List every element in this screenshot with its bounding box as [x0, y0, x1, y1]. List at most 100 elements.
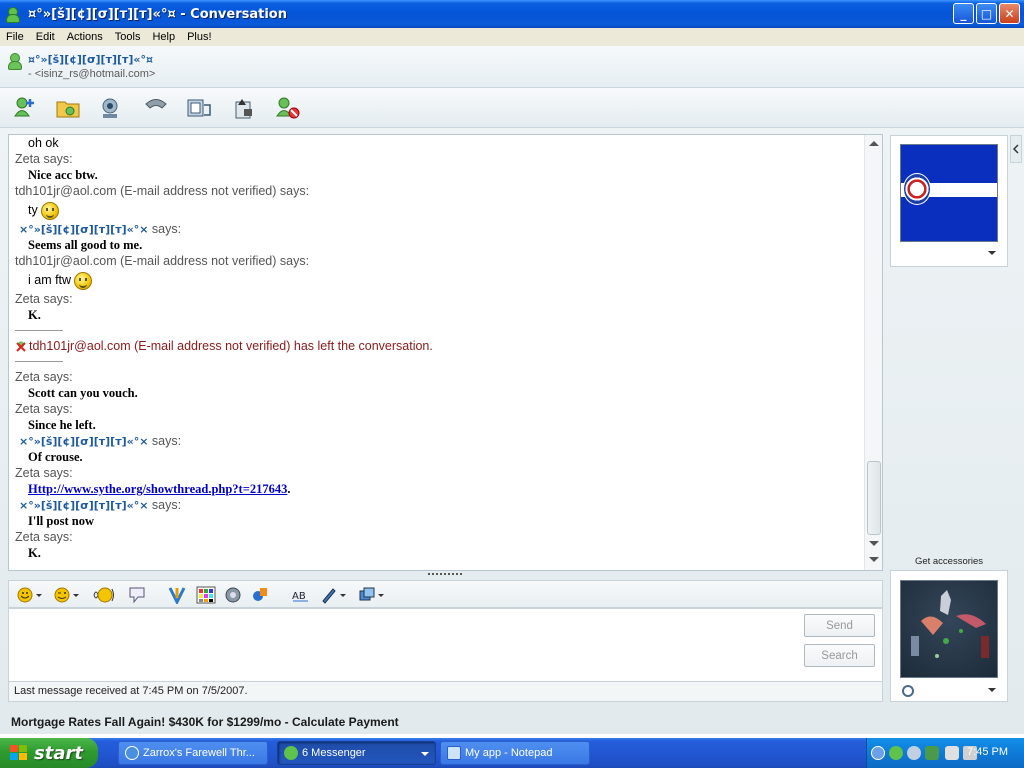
says-text: says:: [148, 222, 182, 236]
background-icon[interactable]: [358, 586, 386, 604]
menu-edit[interactable]: Edit: [30, 31, 61, 43]
send-button[interactable]: Send: [804, 614, 875, 637]
sender-name[interactable]: ×°»[š][¢][σ][т][т]«°×: [19, 223, 148, 236]
sender-text: Zeta says:: [15, 402, 73, 416]
maximize-button[interactable]: □: [976, 3, 997, 24]
message-input[interactable]: Send Search: [8, 608, 883, 682]
menu-help[interactable]: Help: [146, 31, 181, 43]
security-icon[interactable]: [925, 746, 939, 760]
task-label: My app - Notepad: [465, 747, 553, 759]
collapse-panel-button[interactable]: [1010, 135, 1022, 163]
scroll-up-icon[interactable]: [869, 141, 879, 146]
menu-file[interactable]: File: [0, 31, 30, 43]
activities-icon[interactable]: [186, 96, 212, 120]
emoticon-picker-icon[interactable]: [17, 586, 43, 604]
history-content: oh ok Zeta says: Nice acc btw. tdh101jr@aol…: [15, 135, 860, 566]
taskbar: start Zarrox's Farewell Thr... 6 Messeng…: [0, 738, 1024, 768]
spellcheck-icon[interactable]: AB: [291, 586, 311, 604]
left-conversation-line: tdh101jr@aol.com (E-mail address not ver…: [15, 338, 860, 354]
get-accessories-link[interactable]: Get accessories: [890, 556, 1008, 567]
message-line: ty: [15, 199, 860, 221]
scroll-thumb[interactable]: [867, 461, 881, 535]
start-button[interactable]: start: [0, 738, 98, 768]
sender-line: Zeta says:: [15, 529, 860, 545]
chevron-down-icon[interactable]: [988, 251, 996, 255]
badge-emblem: [903, 173, 931, 205]
sender-line: Zeta says:: [15, 151, 860, 167]
pane-splitter[interactable]: [428, 573, 462, 576]
menu-actions[interactable]: Actions: [61, 31, 109, 43]
minimize-button[interactable]: _: [953, 3, 974, 24]
invite-contact-icon[interactable]: [12, 96, 38, 120]
sender-line: Zeta says:: [15, 401, 860, 417]
block-icon[interactable]: [275, 96, 301, 120]
menu-tools[interactable]: Tools: [109, 31, 147, 43]
color-grid-icon[interactable]: [196, 586, 216, 604]
sender-line: Zeta says:: [15, 465, 860, 481]
taskbar-item-notepad[interactable]: My app - Notepad: [440, 741, 590, 765]
contact-header: ¤°»[š][¢][σ][т][т]«°¤ - <isinz_rs@hotmai…: [0, 46, 1024, 88]
plugin-icon[interactable]: [251, 586, 271, 604]
contact-email: - <isinz_rs@hotmail.com>: [28, 68, 156, 80]
taskbar-item-messenger[interactable]: 6 Messenger: [277, 741, 436, 765]
task-label: 6 Messenger: [302, 747, 366, 759]
sender-text: Zeta says:: [15, 292, 73, 306]
my-display-picture[interactable]: [900, 580, 998, 678]
plus-logo-icon[interactable]: [167, 586, 187, 606]
microphone-icon[interactable]: [945, 746, 959, 760]
sender-line: ×°»[š][¢][σ][т][т]«°× says:: [15, 221, 860, 237]
send-files-icon[interactable]: [55, 96, 81, 120]
menu-bar: File Edit Actions Tools Help Plus!: [0, 28, 1024, 46]
contact-left-icon: [15, 340, 27, 353]
webcam-icon[interactable]: [99, 96, 125, 120]
sender-text: tdh101jr@aol.com (E-mail address not ver…: [15, 184, 310, 198]
sender-text: Zeta says:: [15, 530, 73, 544]
history-scrollbar[interactable]: [864, 135, 882, 570]
wink-picker-icon[interactable]: [53, 586, 81, 604]
sender-line: tdh101jr@aol.com (E-mail address not ver…: [15, 183, 860, 199]
sender-line: Zeta says:: [15, 291, 860, 307]
sender-name[interactable]: ×°»[š][¢][σ][т][т]«°×: [19, 435, 148, 448]
sound-icon[interactable]: [224, 586, 244, 604]
message-text: K.: [28, 308, 41, 322]
voice-clip-icon[interactable]: [92, 586, 116, 604]
message-line: i am ftw: [15, 269, 860, 291]
menu-plus[interactable]: Plus!: [181, 31, 217, 43]
window-controls: _ □ ✕: [953, 3, 1020, 24]
call-icon[interactable]: [143, 96, 169, 120]
conversation-history[interactable]: oh ok Zeta says: Nice acc btw. tdh101jr@aol…: [8, 134, 883, 571]
scroll-down-icon[interactable]: [869, 541, 879, 546]
title-bar[interactable]: ¤°»[š][¢][σ][т][т]«°¤ - Conversation _ □…: [0, 0, 1024, 28]
message-line: K.: [15, 307, 860, 323]
close-button[interactable]: ✕: [999, 3, 1020, 24]
contact-display-picture-panel: [890, 135, 1008, 267]
scroll-end-icon[interactable]: [869, 557, 879, 562]
svg-text:AB: AB: [292, 591, 306, 602]
sender-line: tdh101jr@aol.com (E-mail address not ver…: [15, 253, 860, 269]
games-icon[interactable]: [232, 96, 258, 120]
link-suffix: .: [287, 482, 291, 496]
network-icon[interactable]: [907, 746, 921, 760]
webcam-small-icon[interactable]: [902, 685, 914, 697]
messenger-tray-icon[interactable]: [889, 746, 903, 760]
tray-expand-icon[interactable]: [871, 746, 885, 760]
says-text: says:: [148, 498, 182, 512]
ad-banner-text[interactable]: Mortgage Rates Fall Again! $430K for $12…: [11, 715, 399, 729]
font-color-icon[interactable]: [320, 586, 348, 604]
chevron-down-icon[interactable]: [988, 688, 996, 692]
messenger-icon: [6, 6, 22, 23]
sender-name[interactable]: ×°»[š][¢][σ][т][т]«°×: [19, 499, 148, 512]
message-text: Nice acc btw.: [28, 168, 98, 182]
message-text: I'll post now: [28, 514, 94, 528]
sender-line: ×°»[š][¢][σ][т][т]«°× says:: [15, 497, 860, 513]
search-button[interactable]: Search: [804, 644, 875, 667]
window-title: ¤°»[š][¢][σ][т][т]«°¤ - Conversation: [28, 6, 287, 22]
nudge-icon[interactable]: [127, 586, 147, 604]
contact-name[interactable]: ¤°»[š][¢][σ][т][т]«°¤: [28, 53, 153, 66]
message-link[interactable]: Http://www.sythe.org/showthread.php?t=21…: [28, 482, 287, 496]
contact-display-picture[interactable]: [900, 144, 998, 242]
wink-emoticon-icon: [74, 271, 93, 290]
message-line: K.: [15, 545, 860, 561]
taskbar-item-browser[interactable]: Zarrox's Farewell Thr...: [118, 741, 268, 765]
message-text: Seems all good to me.: [28, 238, 143, 252]
